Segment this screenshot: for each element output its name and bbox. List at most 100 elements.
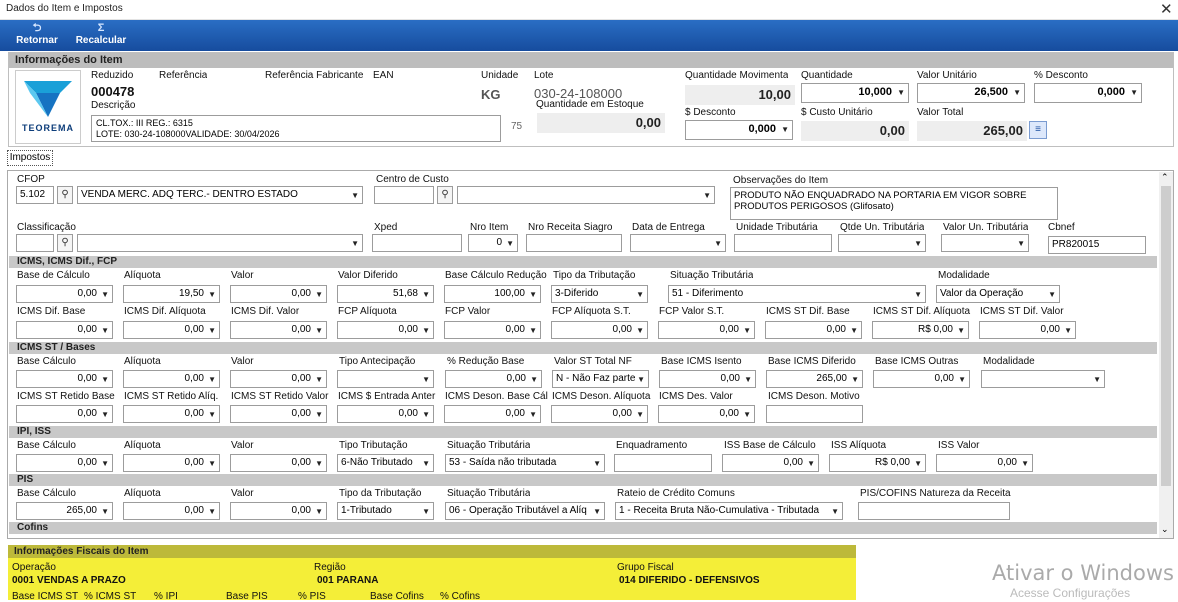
field-label: Alíquota — [124, 440, 161, 451]
fiscal-column-label: % IPI — [154, 591, 178, 602]
icms-section-header: ICMS, ICMS Dif., FCP — [9, 256, 1157, 268]
calculator-icon[interactable]: ≡ — [1029, 121, 1047, 139]
field-input[interactable]: 0,00 — [230, 285, 327, 303]
cfop-description-select[interactable]: VENDA MERC. ADQ TERC.- DENTRO ESTADO — [77, 186, 363, 204]
vertical-scrollbar[interactable]: ⌃ ⌄ — [1159, 172, 1173, 538]
field-input[interactable]: 0,00 — [16, 321, 113, 339]
cbnef-input[interactable]: PR820015 — [1048, 236, 1146, 254]
scroll-down-icon[interactable]: ⌄ — [1161, 524, 1169, 535]
st-modalidade-select[interactable] — [981, 370, 1105, 388]
field-input[interactable]: 0,00 — [230, 454, 327, 472]
icms-situacao-tributaria-select[interactable]: 51 - Diferimento — [668, 285, 926, 303]
icms-tipo-tributacao-select[interactable]: 3-Diferido — [551, 285, 648, 303]
scroll-thumb[interactable] — [1161, 186, 1171, 486]
field-input[interactable]: 0,00 — [123, 321, 220, 339]
cfop-label: CFOP — [17, 174, 45, 185]
field-label: FCP Alíquota — [338, 306, 397, 317]
field-input[interactable]: 0,00 — [230, 502, 327, 520]
cfop-search-icon[interactable]: ⚲ — [57, 186, 73, 204]
window-title: Dados do Item e Impostos — [6, 3, 123, 14]
field-input[interactable]: 0,00 — [16, 405, 113, 423]
classificacao-input[interactable] — [16, 234, 54, 252]
field-input[interactable]: 0,00 — [979, 321, 1076, 339]
field-input[interactable]: 0,00 — [230, 321, 327, 339]
pis-tipo-tributacao-select[interactable]: 1-Tributado — [337, 502, 434, 520]
field-input[interactable]: 265,00 — [16, 502, 113, 520]
iss-aliquota-input[interactable]: R$ 0,00 — [829, 454, 926, 472]
field-input[interactable]: 0,00 — [444, 321, 541, 339]
field-input[interactable]: 0,00 — [658, 405, 755, 423]
ipi-situacao-tributaria-select[interactable]: 53 - Saída não tributada — [445, 454, 605, 472]
base-icms-diferido-input[interactable]: 265,00 — [766, 370, 863, 388]
descricao-field[interactable]: CL.TOX.: III REG.: 6315 LOTE: 030-24-108… — [91, 115, 501, 142]
fiscal-column-label: Base Cofins — [370, 591, 424, 602]
classificacao-search-icon[interactable]: ⚲ — [57, 234, 73, 252]
retornar-button[interactable]: ⮌ Retornar — [12, 22, 62, 49]
field-input[interactable]: 0,00 — [337, 405, 434, 423]
quantidade-input[interactable]: 10,000 — [801, 83, 909, 103]
ref-fabricante-label: Referência Fabricante — [265, 70, 364, 81]
reducao-base-input[interactable]: 0,00 — [445, 370, 542, 388]
field-input[interactable]: 0,00 — [16, 370, 113, 388]
base-icms-outras-input[interactable]: 0,00 — [873, 370, 970, 388]
deson-motivo-input[interactable] — [766, 405, 863, 423]
field-input[interactable]: 0,00 — [551, 405, 648, 423]
field-input[interactable]: 0,00 — [123, 370, 220, 388]
ipi-tipo-tributacao-select[interactable]: 6-Não Tributado — [337, 454, 434, 472]
pis-situacao-tributaria-select[interactable]: 06 - Operação Tributável a Alíq — [445, 502, 605, 520]
observacoes-textarea[interactable]: PRODUTO NÃO ENQUADRADO NA PORTARIA EM VI… — [730, 187, 1058, 220]
tipo-antecipacao-label: Tipo Antecipação — [339, 356, 416, 367]
enquadramento-label: Enquadramento — [616, 440, 688, 451]
field-input[interactable]: 0,00 — [230, 370, 327, 388]
xped-input[interactable] — [372, 234, 462, 252]
field-input[interactable]: 100,00 — [444, 285, 541, 303]
field-input[interactable]: 0,00 — [658, 321, 755, 339]
qtde-un-tributaria-input[interactable] — [838, 234, 926, 252]
enquadramento-input[interactable] — [614, 454, 712, 472]
tab-impostos[interactable]: Impostos — [7, 150, 53, 166]
base-icms-isento-input[interactable]: 0,00 — [659, 370, 756, 388]
valor-total-label: Valor Total — [917, 107, 964, 118]
valor-un-tributaria-input[interactable] — [941, 234, 1029, 252]
centro-custo-input[interactable] — [374, 186, 434, 204]
field-input[interactable]: 0,00 — [765, 321, 862, 339]
valor-unitario-input[interactable]: 26,500 — [917, 83, 1025, 103]
icms-st-section-header: ICMS ST / Bases — [9, 342, 1157, 354]
base-icms-diferido-label: Base ICMS Diferido — [768, 356, 856, 367]
pct-desconto-input[interactable]: 0,000 — [1034, 83, 1142, 103]
natureza-receita-input[interactable] — [858, 502, 1010, 520]
close-icon[interactable]: ✕ — [1160, 0, 1173, 18]
rateio-credito-select[interactable]: 1 - Receita Bruta Não-Cumulativa - Tribu… — [615, 502, 843, 520]
field-input[interactable]: 0,00 — [16, 285, 113, 303]
icms-modalidade-select[interactable]: Valor da Operação — [936, 285, 1060, 303]
reduzido-value: 000478 — [91, 84, 135, 99]
field-input[interactable]: 0,00 — [230, 405, 327, 423]
iss-base-input[interactable]: 0,00 — [722, 454, 819, 472]
field-input[interactable]: 19,50 — [123, 285, 220, 303]
tipo-antecipacao-select[interactable] — [337, 370, 434, 388]
qtd-movimenta-value: 10,00 — [685, 85, 795, 105]
valor-st-total-select[interactable]: N - Não Faz parte — [552, 370, 649, 388]
field-input[interactable]: 0,00 — [551, 321, 648, 339]
nro-item-input[interactable]: 0 — [468, 234, 518, 252]
cfop-input[interactable]: 5.102 — [16, 186, 54, 204]
field-input[interactable]: 0,00 — [16, 454, 113, 472]
iss-valor-input[interactable]: 0,00 — [936, 454, 1033, 472]
data-entrega-input[interactable] — [630, 234, 726, 252]
field-input[interactable]: 51,68 — [337, 285, 434, 303]
unidade-tributaria-input[interactable] — [734, 234, 832, 252]
centro-custo-search-icon[interactable]: ⚲ — [437, 186, 453, 204]
classificacao-select[interactable] — [77, 234, 363, 252]
field-input[interactable]: 0,00 — [444, 405, 541, 423]
field-input[interactable]: 0,00 — [337, 321, 434, 339]
field-label: ICMS ST Dif. Alíquota — [873, 306, 971, 317]
desconto-input[interactable]: 0,000 — [685, 120, 793, 140]
recalcular-button[interactable]: Σ Recalcular — [72, 22, 130, 49]
field-input[interactable]: R$ 0,00 — [872, 321, 969, 339]
centro-custo-select[interactable] — [457, 186, 715, 204]
field-input[interactable]: 0,00 — [123, 502, 220, 520]
scroll-up-icon[interactable]: ⌃ — [1161, 172, 1169, 183]
field-input[interactable]: 0,00 — [123, 405, 220, 423]
field-input[interactable]: 0,00 — [123, 454, 220, 472]
nro-receita-input[interactable] — [526, 234, 622, 252]
